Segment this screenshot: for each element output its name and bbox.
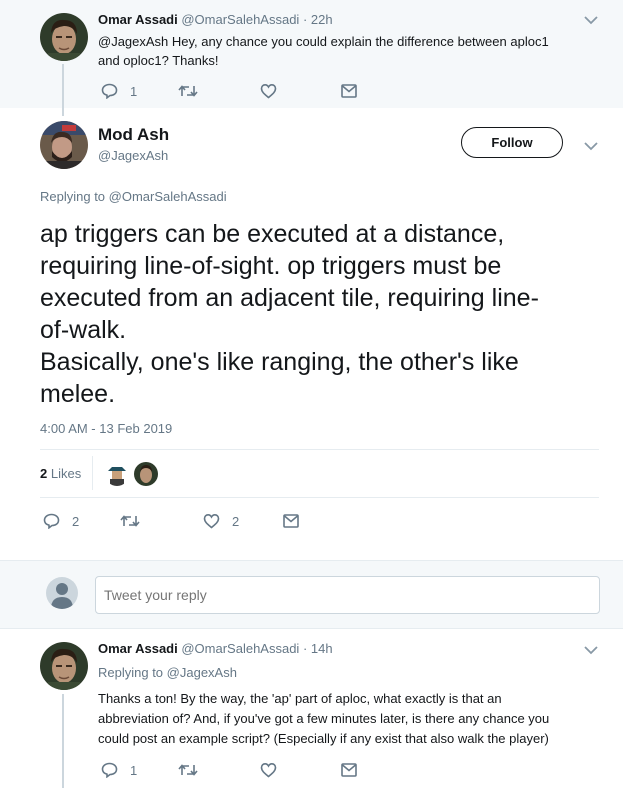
reply-icon — [43, 513, 60, 529]
thread-line — [62, 694, 64, 788]
like-button[interactable] — [260, 762, 277, 778]
like-button[interactable] — [260, 83, 277, 99]
tweet-text-line: Thanks a ton! By the way, the 'ap' part … — [98, 691, 502, 706]
reply-count: 1 — [130, 762, 138, 778]
author-name[interactable]: Omar Assadi — [98, 641, 178, 656]
like-icon — [260, 83, 277, 99]
thread-line — [62, 64, 64, 116]
replying-to-prefix: Replying to — [98, 665, 167, 680]
tweet-time[interactable]: · 14h — [303, 641, 333, 656]
author-name[interactable]: Omar Assadi — [98, 12, 178, 27]
like-icon — [203, 513, 220, 529]
follow-label: Follow — [491, 135, 533, 150]
reply-count: 1 — [130, 83, 138, 99]
replying-to: Replying to @JagexAsh — [98, 665, 237, 680]
tweet-text-line: could post an example script? (Especiall… — [98, 731, 549, 746]
liker-avatar[interactable] — [105, 462, 129, 486]
liker-avatar[interactable] — [134, 462, 158, 486]
tweet-text-line: of-walk. — [40, 316, 127, 344]
reply-button[interactable]: 2 — [43, 513, 79, 529]
reply-count: 2 — [72, 513, 80, 529]
replying-to-prefix: Replying to — [40, 189, 109, 204]
parent-header: Omar Assadi @OmarSalehAssadi · 22h — [98, 12, 333, 27]
tweet-text-line: @JagexAsh Hey, any chance you could expl… — [98, 34, 549, 49]
follow-button[interactable]: Follow — [461, 127, 563, 158]
likes-stat[interactable]: 2 Likes — [40, 466, 81, 481]
retweet-icon — [178, 85, 198, 97]
main-tweet-text: ap triggers can be executed at a distanc… — [40, 218, 539, 410]
chevron-down-icon[interactable] — [584, 645, 598, 655]
retweet-button[interactable] — [120, 514, 140, 528]
tweet-text-line: abbreviation of? And, if you've got a fe… — [98, 711, 550, 726]
divider — [40, 497, 599, 498]
replying-to-handle[interactable]: @JagexAsh — [167, 665, 237, 680]
message-button[interactable] — [341, 763, 357, 777]
retweet-button[interactable] — [178, 84, 198, 98]
retweet-icon — [120, 515, 140, 527]
likes-count: 2 — [40, 466, 48, 481]
reply-input[interactable] — [95, 576, 600, 614]
replying-to-handle[interactable]: @OmarSalehAssadi — [109, 189, 227, 204]
replying-to: Replying to @OmarSalehAssadi — [40, 189, 227, 204]
message-icon — [341, 763, 357, 777]
message-icon — [283, 514, 299, 528]
tweet-timestamp[interactable]: 4:00 AM - 13 Feb 2019 — [40, 421, 172, 436]
author-handle[interactable]: @OmarSalehAssadi — [181, 641, 299, 656]
reply-button[interactable]: 1 — [101, 83, 137, 99]
reply-tweet-text: Thanks a ton! By the way, the 'ap' part … — [98, 689, 549, 749]
reply-icon — [101, 83, 118, 99]
reply-header: Omar Assadi @OmarSalehAssadi · 14h — [98, 641, 333, 656]
main-author-name[interactable]: Mod Ash — [98, 125, 169, 145]
like-button[interactable]: 2 — [203, 513, 239, 529]
tweet-time[interactable]: · 22h — [303, 12, 333, 27]
parent-tweet-text: @JagexAsh Hey, any chance you could expl… — [98, 32, 549, 70]
message-icon — [341, 84, 357, 98]
reply-icon — [101, 762, 118, 778]
tweet-text-line: requiring line-of-sight. op triggers mus… — [40, 252, 502, 280]
chevron-down-icon[interactable] — [584, 15, 598, 25]
retweet-button[interactable] — [178, 763, 198, 777]
tweet-text-line: ap triggers can be executed at a distanc… — [40, 220, 505, 248]
like-count: 2 — [232, 513, 240, 529]
retweet-icon — [178, 764, 198, 776]
reply-button[interactable]: 1 — [101, 762, 137, 778]
tweet-text-line: executed from an adjacent tile, requirin… — [40, 284, 539, 312]
tweet-text-line: melee. — [40, 380, 116, 408]
avatar-omar[interactable] — [40, 642, 88, 690]
avatar-mod-ash[interactable] — [40, 121, 88, 169]
message-button[interactable] — [341, 84, 357, 98]
message-button[interactable] — [283, 514, 299, 528]
like-icon — [260, 762, 277, 778]
avatar-omar[interactable] — [40, 13, 88, 61]
author-handle[interactable]: @OmarSalehAssadi — [181, 12, 299, 27]
main-author-handle[interactable]: @JagexAsh — [98, 148, 168, 163]
tweet-text-line: and oploc1? Thanks! — [98, 53, 219, 68]
tweet-text-line: Basically, one's like ranging, the other… — [40, 348, 519, 376]
likes-label: Likes — [50, 466, 82, 481]
divider — [40, 449, 599, 450]
divider — [92, 456, 93, 490]
chevron-down-icon[interactable] — [584, 141, 598, 151]
user-avatar[interactable] — [46, 577, 78, 609]
